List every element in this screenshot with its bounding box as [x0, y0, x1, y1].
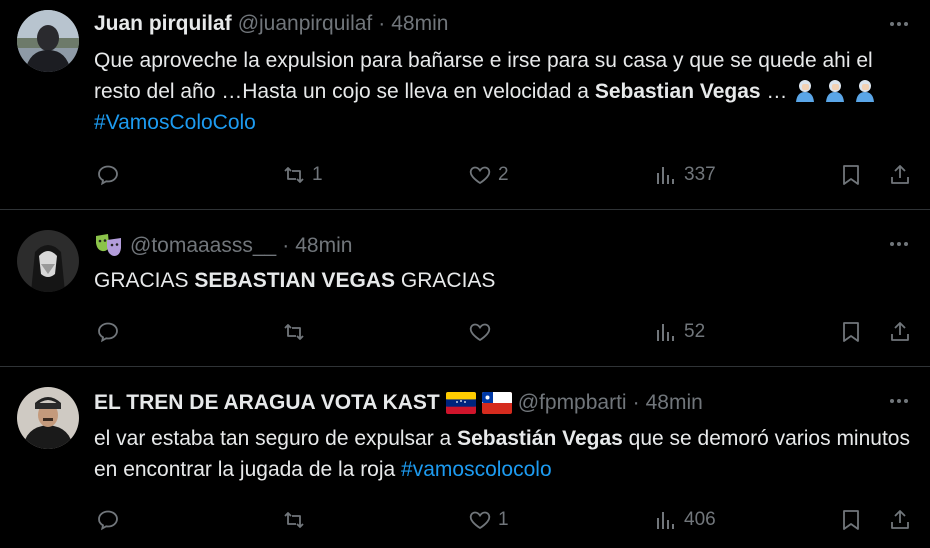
- repost-button[interactable]: [282, 315, 312, 349]
- repost-count: 1: [312, 164, 323, 185]
- share-button[interactable]: [888, 158, 912, 192]
- timeline-feed: Juan pirquilaf @juanpirquilaf · 48min Qu…: [0, 0, 930, 548]
- tweet-header: @tomaaasss__ · 48min: [94, 231, 352, 261]
- text-segment: el var estaba tan seguro de expulsar a: [94, 427, 458, 450]
- bookmark-icon: [843, 165, 859, 185]
- display-name[interactable]: Juan pirquilaf: [94, 12, 232, 36]
- mention-bold: SEBASTIAN VEGAS: [194, 269, 396, 292]
- user-handle[interactable]: @tomaaasss__: [130, 234, 276, 258]
- repost-icon: [284, 167, 304, 183]
- heart-icon: [469, 511, 491, 530]
- person-facepalming-emoji: [823, 78, 847, 102]
- share-button[interactable]: [888, 315, 912, 349]
- timestamp[interactable]: 48min: [646, 391, 703, 415]
- tweet[interactable]: Juan pirquilaf @juanpirquilaf · 48min Qu…: [0, 0, 930, 210]
- more-options-icon[interactable]: [886, 231, 912, 257]
- reply-icon: [98, 322, 118, 343]
- bookmark-icon: [843, 322, 859, 342]
- separator-dot: ·: [378, 12, 386, 35]
- views-button[interactable]: 406: [654, 503, 716, 537]
- repost-icon: [284, 512, 304, 528]
- share-button[interactable]: [888, 503, 912, 537]
- share-icon: [891, 165, 909, 184]
- display-name[interactable]: EL TREN DE ARAGUA VOTA KAST: [94, 391, 440, 415]
- tweet-actions: 1 2 337: [0, 158, 930, 192]
- text-segment: GRACIAS: [94, 269, 195, 292]
- more-options-icon[interactable]: [886, 388, 912, 414]
- tweet-header: Juan pirquilaf @juanpirquilaf · 48min: [94, 9, 448, 39]
- timestamp[interactable]: 48min: [295, 234, 352, 258]
- reply-icon: [98, 510, 118, 531]
- share-icon: [891, 510, 909, 529]
- tweet-text: Que aproveche la expulsion para bañarse …: [94, 45, 924, 138]
- share-icon: [891, 322, 909, 341]
- views-button[interactable]: 52: [654, 315, 705, 349]
- mention-bold: Sebastián Vegas: [457, 427, 623, 450]
- tweet[interactable]: @tomaaasss__ · 48min GRACIAS SEBASTIAN V…: [0, 210, 930, 367]
- view-count: 406: [684, 509, 716, 530]
- like-count: 1: [498, 509, 509, 530]
- repost-icon: [284, 324, 304, 340]
- user-handle[interactable]: @juanpirquilaf: [238, 12, 373, 36]
- bookmark-button[interactable]: [839, 315, 863, 349]
- like-button[interactable]: 1: [468, 503, 509, 537]
- avatar[interactable]: [17, 230, 79, 292]
- tweet-actions: 52: [0, 315, 930, 349]
- tweet-text: GRACIAS SEBASTIAN VEGAS GRACIAS: [94, 265, 924, 296]
- tweet[interactable]: EL TREN DE ARAGUA VOTA KAST @fpmpbarti ·…: [0, 367, 930, 548]
- text-segment: …: [760, 80, 794, 103]
- reply-button[interactable]: [96, 315, 126, 349]
- reply-button[interactable]: [96, 503, 126, 537]
- views-button[interactable]: 337: [654, 158, 716, 192]
- like-count: 2: [498, 164, 509, 185]
- tweet-header: EL TREN DE ARAGUA VOTA KAST @fpmpbarti ·…: [94, 388, 703, 418]
- text-segment: GRACIAS: [395, 269, 496, 292]
- analytics-icon: [657, 512, 674, 529]
- venezuela-flag: [445, 392, 476, 414]
- separator-dot: ·: [282, 234, 290, 257]
- analytics-icon: [657, 167, 674, 184]
- repost-button[interactable]: 1: [282, 158, 323, 192]
- like-button[interactable]: 2: [468, 158, 509, 192]
- tweet-text: el var estaba tan seguro de expulsar a S…: [94, 423, 924, 485]
- separator-dot: ·: [632, 391, 640, 414]
- view-count: 337: [684, 164, 716, 185]
- person-facepalming-emoji: [793, 78, 817, 102]
- chile-flag: [481, 392, 512, 414]
- reply-button[interactable]: [96, 158, 126, 192]
- bookmark-icon: [843, 510, 859, 530]
- more-options-icon[interactable]: [886, 11, 912, 37]
- user-handle[interactable]: @fpmpbarti: [518, 391, 627, 415]
- bookmark-button[interactable]: [839, 158, 863, 192]
- mention-bold: Sebastian Vegas: [594, 80, 761, 103]
- timestamp[interactable]: 48min: [391, 12, 448, 36]
- view-count: 52: [684, 321, 706, 342]
- heart-icon: [469, 166, 491, 185]
- avatar[interactable]: [17, 387, 79, 449]
- person-facepalming-emoji: [853, 78, 877, 102]
- avatar[interactable]: [17, 10, 79, 72]
- hashtag-link[interactable]: #VamosColoColo: [94, 111, 256, 134]
- heart-icon: [469, 323, 491, 342]
- bookmark-button[interactable]: [839, 503, 863, 537]
- analytics-icon: [657, 324, 674, 341]
- repost-button[interactable]: [282, 503, 312, 537]
- like-button[interactable]: [468, 315, 498, 349]
- hashtag-link[interactable]: #vamoscolocolo: [401, 458, 552, 481]
- reply-icon: [98, 165, 118, 186]
- tweet-actions: 1 406: [0, 503, 930, 537]
- performing-arts-emoji: [94, 233, 124, 259]
